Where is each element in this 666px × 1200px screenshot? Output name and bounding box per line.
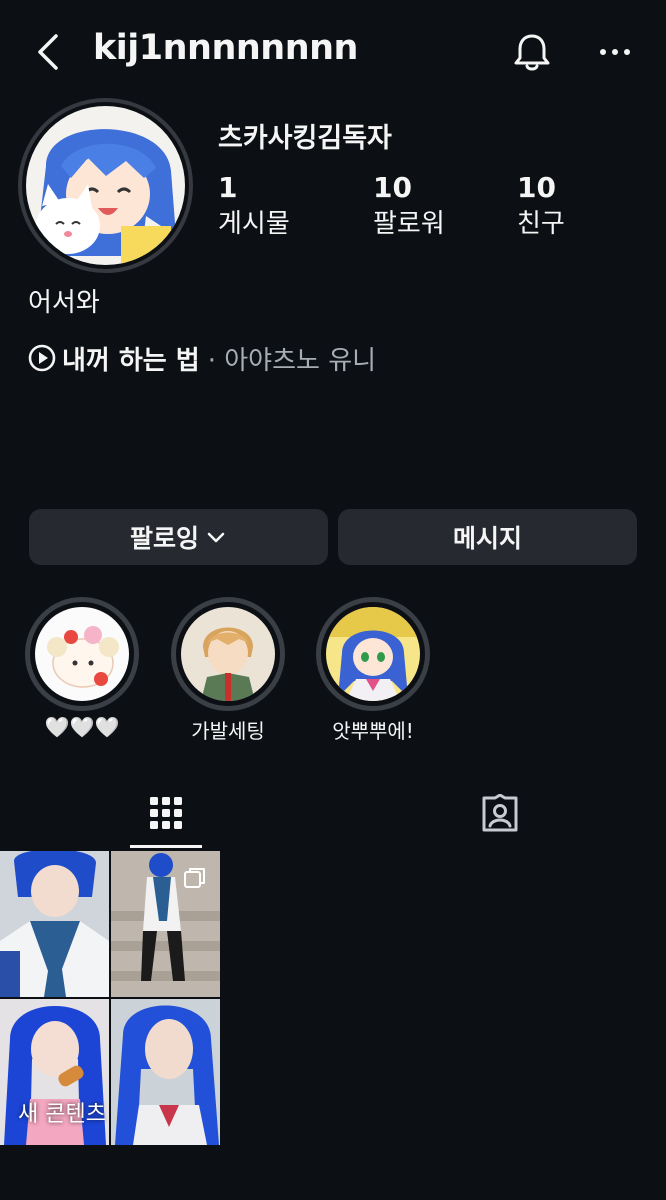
- highlight-ring: [316, 597, 430, 711]
- top-bar: kij1nnnnnnnn: [0, 0, 666, 104]
- profile-bio: 어서와: [28, 288, 100, 318]
- music-artist: · 아야츠노 유니: [207, 345, 377, 376]
- back-button[interactable]: [30, 30, 70, 74]
- stat-posts-label: 게시물: [218, 209, 290, 239]
- profile-username: kij1nnnnnnnn: [93, 28, 358, 68]
- following-button-label: 팔로잉: [129, 524, 199, 553]
- stat-friends[interactable]: 10 친구: [517, 170, 565, 242]
- profile-music[interactable]: 내꺼 하는 법 · 아야츠노 유니: [28, 340, 376, 376]
- stat-followers-count: 10: [373, 171, 412, 204]
- chevron-down-icon: [207, 532, 225, 543]
- highlight-ring: [25, 597, 139, 711]
- stat-posts[interactable]: 1 게시물: [218, 170, 290, 242]
- highlight-thumbnail: [35, 607, 129, 701]
- new-content-label: 새 콘텐츠: [18, 1102, 106, 1127]
- multiple-posts-icon: [183, 866, 207, 890]
- profile-tabs: [0, 778, 666, 848]
- notifications-button[interactable]: [510, 30, 554, 74]
- highlight-item[interactable]: 가발세팅: [171, 597, 285, 743]
- highlight-item[interactable]: 앗뿌뿌에!: [316, 597, 430, 743]
- stat-posts-count: 1: [218, 171, 238, 204]
- following-button[interactable]: 팔로잉: [29, 509, 328, 565]
- post-thumbnail[interactable]: [0, 851, 109, 997]
- tab-tagged[interactable]: [464, 778, 536, 848]
- tab-active-indicator: [130, 845, 202, 848]
- stat-followers[interactable]: 10 팔로워: [373, 170, 445, 242]
- play-circle-icon: [28, 344, 56, 372]
- bell-icon: [514, 34, 550, 71]
- highlight-thumbnail: [181, 607, 275, 701]
- tagged-person-icon: [482, 794, 518, 832]
- message-button-label: 메시지: [452, 524, 522, 553]
- highlight-label: 앗뿌뿌에!: [332, 719, 414, 743]
- more-options-button[interactable]: [595, 35, 635, 69]
- post-thumbnail[interactable]: [111, 999, 220, 1145]
- stat-friends-count: 10: [517, 171, 556, 204]
- chevron-left-icon: [38, 34, 58, 70]
- avatar[interactable]: [26, 106, 185, 265]
- music-title: 내꺼 하는 법: [62, 345, 200, 376]
- stat-followers-label: 팔로워: [373, 209, 445, 239]
- highlight-ring: [171, 597, 285, 711]
- message-button[interactable]: 메시지: [338, 509, 637, 565]
- tab-posts-grid[interactable]: [130, 778, 202, 848]
- display-name: 츠카사킹김독자: [218, 123, 392, 154]
- ellipsis-horizontal-icon: [600, 49, 630, 55]
- highlight-thumbnail: [326, 607, 420, 701]
- stat-friends-label: 친구: [517, 209, 565, 239]
- grid-icon: [150, 797, 182, 829]
- highlight-item[interactable]: 🤍🤍🤍: [25, 597, 139, 739]
